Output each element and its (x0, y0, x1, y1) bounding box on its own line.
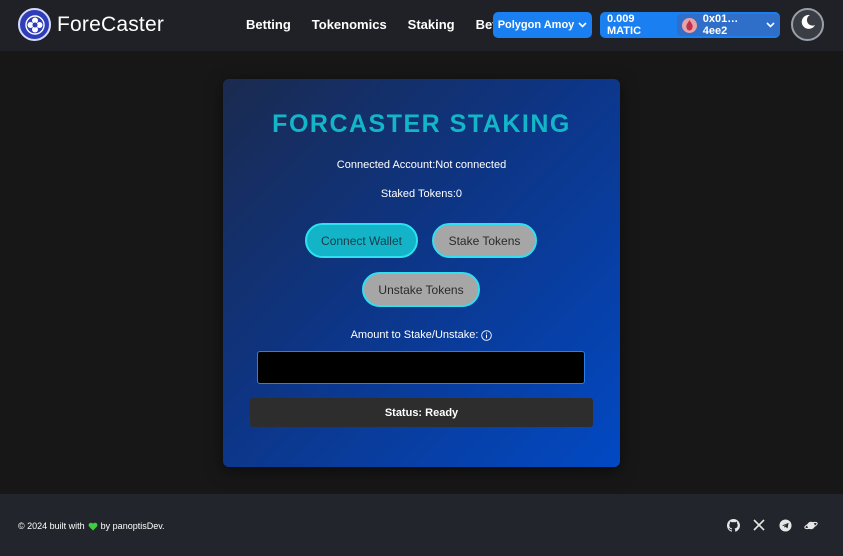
planet-icon[interactable] (804, 518, 818, 532)
info-icon[interactable] (481, 329, 493, 341)
amount-label-row: Amount to Stake/Unstake: (0, 329, 843, 341)
footer: © 2024 built with by panoptisDev. (0, 494, 843, 556)
nav-link-tokenomics[interactable]: Tokenomics (312, 17, 387, 32)
nav-link-betting[interactable]: Betting (246, 17, 291, 32)
amount-input[interactable] (257, 351, 585, 384)
stake-tokens-button[interactable]: Stake Tokens (432, 223, 537, 258)
copyright-suffix: by panoptisDev. (100, 521, 165, 531)
github-icon[interactable] (726, 518, 740, 532)
heart-icon (88, 522, 98, 531)
unstake-tokens-button[interactable]: Unstake Tokens (362, 272, 480, 307)
address-pill[interactable]: 0x01…4ee2 (676, 13, 780, 37)
account-button[interactable]: 0.009 MATIC 0x01…4ee2 (600, 12, 780, 38)
status-bar: Status: Ready (250, 398, 593, 427)
network-selector-button[interactable]: Polygon Amoy (493, 12, 592, 38)
nav-link-staking[interactable]: Staking (408, 17, 455, 32)
moon-icon (799, 13, 817, 36)
copyright: © 2024 built with by panoptisDev. (18, 521, 165, 531)
logo-icon (18, 8, 51, 41)
staked-tokens-text: Staked Tokens:0 (380, 188, 463, 200)
copyright-prefix: © 2024 built with (18, 521, 85, 531)
social-links (726, 518, 830, 532)
page-title: FORCASTER STAKING (272, 110, 571, 138)
chevron-down-icon (766, 22, 775, 28)
chevron-down-icon (578, 22, 587, 28)
telegram-icon[interactable] (778, 518, 792, 532)
brand-link[interactable]: ForeCaster (18, 8, 164, 41)
x-twitter-icon[interactable] (752, 518, 766, 532)
avatar (681, 17, 697, 33)
amount-label: Amount to Stake/Unstake: (350, 329, 479, 341)
connected-account-text: Connected Account:Not connected (336, 159, 507, 171)
nav-links: Betting Tokenomics Staking Bet2 (246, 17, 525, 32)
connect-wallet-button[interactable]: Connect Wallet (305, 223, 418, 258)
brand-name: ForeCaster (57, 12, 165, 36)
top-navbar: ForeCaster Betting Tokenomics Staking Be… (0, 0, 843, 51)
status-text: Status: Ready (384, 406, 459, 419)
theme-toggle-button[interactable] (791, 8, 824, 41)
network-label: Polygon Amoy (497, 19, 575, 31)
account-address: 0x01…4ee2 (702, 13, 739, 37)
account-balance: 0.009 MATIC (607, 13, 642, 37)
